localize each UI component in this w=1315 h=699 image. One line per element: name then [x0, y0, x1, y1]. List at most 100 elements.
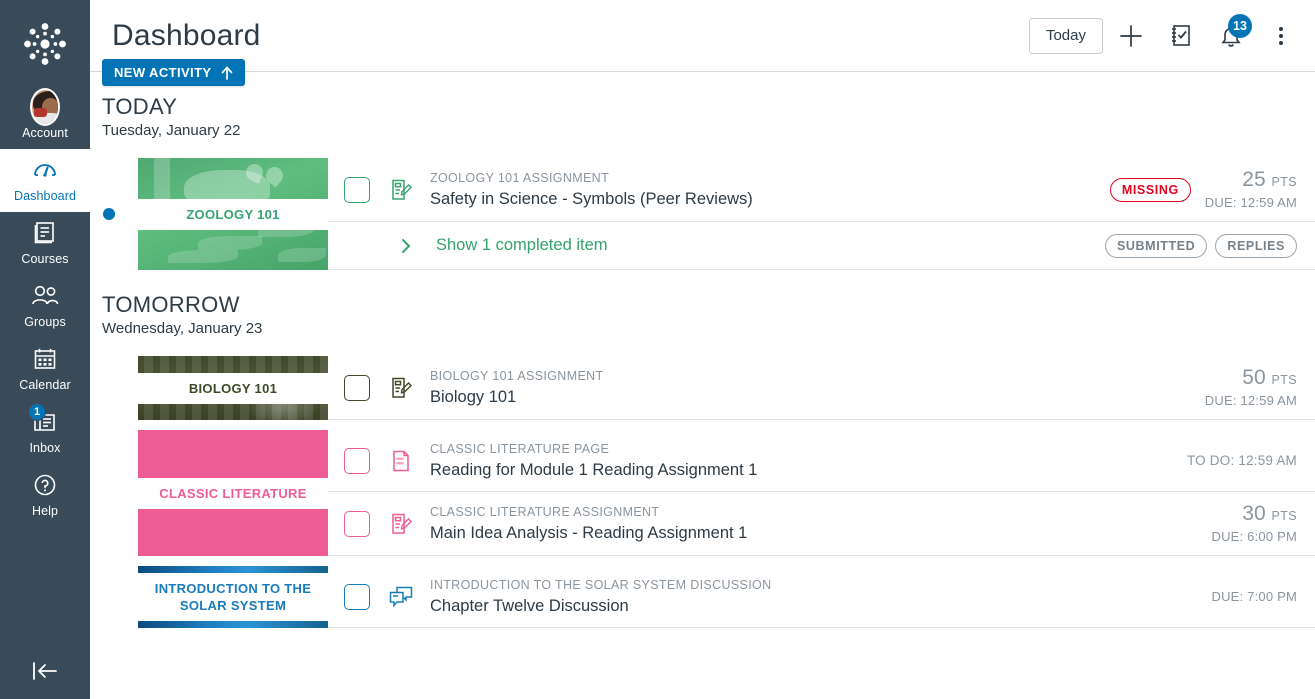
- day-title: TOMORROW: [102, 292, 1315, 318]
- planner-item-title[interactable]: Safety in Science - Symbols (Peer Review…: [430, 188, 1096, 210]
- sidebar-item-help[interactable]: Help: [0, 464, 90, 527]
- show-completed-link[interactable]: Show 1 completed item: [436, 236, 608, 255]
- todo-list-button[interactable]: [1159, 14, 1203, 58]
- courses-icon: [30, 218, 60, 248]
- planner-item-title[interactable]: Chapter Twelve Discussion: [430, 595, 1198, 617]
- planner-item-title[interactable]: Biology 101: [430, 386, 1191, 408]
- planner-item-meta: TO DO: 12:59 AM: [1173, 452, 1297, 469]
- assignment-icon: [388, 376, 414, 400]
- activity-indicator-column: [90, 158, 138, 270]
- assignment-icon: [388, 512, 414, 536]
- groups-icon: [30, 281, 60, 311]
- planner-item-context: CLASSIC LITERATURE ASSIGNMENT: [430, 505, 659, 519]
- day-date: Wednesday, January 23: [102, 318, 1315, 340]
- course-thumbnail[interactable]: CLASSIC LITERATURE: [138, 430, 328, 556]
- sidebar-item-label: Account: [22, 125, 68, 141]
- sidebar-item-account[interactable]: Account: [0, 86, 90, 149]
- points-unit: PTS: [1271, 509, 1297, 523]
- planner-item-context: BIOLOGY 101 ASSIGNMENT: [430, 369, 604, 383]
- course-name[interactable]: INTRODUCTION TO THE SOLAR SYSTEM: [138, 573, 328, 621]
- new-activity-button[interactable]: NEW ACTIVITY: [102, 59, 245, 86]
- points-value: 30 PTS: [1212, 502, 1298, 528]
- chevron-right-icon[interactable]: [398, 236, 414, 256]
- day-header: TODAY Tuesday, January 22: [90, 72, 1315, 148]
- planner-item-row[interactable]: BIOLOGY 101 ASSIGNMENT Biology 101 50 PT…: [328, 356, 1315, 420]
- due-time: DUE: 12:59 AM: [1205, 392, 1297, 409]
- canvas-logo-icon[interactable]: [17, 16, 73, 72]
- due-time: DUE: 6:00 PM: [1212, 528, 1298, 545]
- completed-items-row[interactable]: Show 1 completed item SUBMITTEDREPLIES: [328, 222, 1315, 270]
- sidebar-item-inbox[interactable]: 1 Inbox: [0, 401, 90, 464]
- course-group: BIOLOGY 101 BIOLOGY 101 ASSIGNMENT Biolo…: [90, 356, 1315, 420]
- canvas-dashboard-app: Account Dashboard: [0, 0, 1315, 699]
- collapse-sidebar-icon[interactable]: [0, 651, 90, 691]
- points-value: 25 PTS: [1205, 168, 1297, 194]
- course-name[interactable]: CLASSIC LITERATURE: [138, 478, 328, 509]
- planner-item-text: CLASSIC LITERATURE ASSIGNMENT Main Idea …: [430, 503, 1198, 544]
- planner-item-context: INTRODUCTION TO THE SOLAR SYSTEM DISCUSS…: [430, 578, 771, 592]
- planner-item-text: CLASSIC LITERATURE PAGE Reading for Modu…: [430, 440, 1173, 481]
- course-items: INTRODUCTION TO THE SOLAR SYSTEM DISCUSS…: [328, 566, 1315, 628]
- global-navigation-sidebar: Account Dashboard: [0, 0, 90, 699]
- sidebar-item-dashboard[interactable]: Dashboard: [0, 149, 90, 212]
- sidebar-item-calendar[interactable]: Calendar: [0, 338, 90, 401]
- planner-item-context: CLASSIC LITERATURE PAGE: [430, 442, 609, 456]
- completed-status-badges: SUBMITTEDREPLIES: [1105, 234, 1315, 258]
- inbox-icon: 1: [30, 407, 60, 437]
- planner-item-dates: 30 PTSDUE: 6:00 PM: [1212, 502, 1298, 545]
- options-menu-button[interactable]: [1259, 14, 1303, 58]
- course-name[interactable]: ZOOLOGY 101: [138, 199, 328, 230]
- planner-item-text: BIOLOGY 101 ASSIGNMENT Biology 101: [430, 367, 1191, 408]
- complete-item-checkbox[interactable]: [344, 375, 370, 401]
- planner-item-row[interactable]: CLASSIC LITERATURE ASSIGNMENT Main Idea …: [328, 492, 1315, 556]
- planner-item-title[interactable]: Reading for Module 1 Reading Assignment …: [430, 459, 1173, 481]
- sidebar-item-courses[interactable]: Courses: [0, 212, 90, 275]
- activity-indicator-column: [90, 356, 138, 420]
- planner-item-meta: 50 PTSDUE: 12:59 AM: [1191, 366, 1297, 409]
- notifications-button[interactable]: 13: [1209, 14, 1253, 58]
- planner-item-text: ZOOLOGY 101 ASSIGNMENT Safety in Science…: [430, 169, 1096, 210]
- sidebar-item-label: Inbox: [29, 440, 60, 456]
- course-group: INTRODUCTION TO THE SOLAR SYSTEM INTRODU…: [90, 566, 1315, 628]
- complete-item-checkbox[interactable]: [344, 584, 370, 610]
- status-badge: REPLIES: [1215, 234, 1297, 258]
- inbox-unread-badge: 1: [28, 403, 46, 421]
- planner-item-row[interactable]: INTRODUCTION TO THE SOLAR SYSTEM DISCUSS…: [328, 566, 1315, 628]
- planner-item-text: INTRODUCTION TO THE SOLAR SYSTEM DISCUSS…: [430, 576, 1198, 617]
- add-button[interactable]: [1109, 14, 1153, 58]
- help-icon: [30, 470, 60, 500]
- sidebar-item-groups[interactable]: Groups: [0, 275, 90, 338]
- sidebar-item-label: Courses: [21, 251, 68, 267]
- activity-indicator-column: [90, 566, 138, 628]
- complete-item-checkbox[interactable]: [344, 177, 370, 203]
- planner-item-dates: DUE: 7:00 PM: [1212, 588, 1298, 605]
- planner-item-title[interactable]: Main Idea Analysis - Reading Assignment …: [430, 522, 1198, 544]
- day-title: TODAY: [102, 94, 1315, 120]
- complete-item-checkbox[interactable]: [344, 511, 370, 537]
- planner-item-row[interactable]: ZOOLOGY 101 ASSIGNMENT Safety in Science…: [328, 158, 1315, 222]
- todo-time: TO DO: 12:59 AM: [1187, 452, 1297, 469]
- planner-item-row[interactable]: CLASSIC LITERATURE PAGE Reading for Modu…: [328, 430, 1315, 492]
- calendar-icon: [30, 344, 60, 374]
- today-button[interactable]: Today: [1029, 18, 1103, 54]
- page-header: Dashboard Today: [90, 0, 1315, 72]
- new-activity-label: NEW ACTIVITY: [114, 65, 211, 80]
- sidebar-item-label: Calendar: [19, 377, 71, 393]
- course-thumbnail[interactable]: ZOOLOGY 101: [138, 158, 328, 270]
- new-activity-dot: [103, 208, 115, 220]
- due-time: DUE: 12:59 AM: [1205, 194, 1297, 211]
- kebab-menu-icon: [1279, 27, 1283, 45]
- course-items: ZOOLOGY 101 ASSIGNMENT Safety in Science…: [328, 158, 1315, 270]
- course-thumbnail[interactable]: INTRODUCTION TO THE SOLAR SYSTEM: [138, 566, 328, 628]
- day-header: TOMORROW Wednesday, January 23: [90, 270, 1315, 346]
- planner-item-dates: 50 PTSDUE: 12:59 AM: [1205, 366, 1297, 409]
- complete-item-checkbox[interactable]: [344, 448, 370, 474]
- course-thumbnail[interactable]: BIOLOGY 101: [138, 356, 328, 420]
- course-name[interactable]: BIOLOGY 101: [138, 373, 328, 404]
- points-unit: PTS: [1271, 373, 1297, 387]
- planner-list[interactable]: TODAY Tuesday, January 22 ZOOLOGY 101 ZO…: [90, 72, 1315, 699]
- planner-item-meta: 30 PTSDUE: 6:00 PM: [1198, 502, 1298, 545]
- planner-item-dates: 25 PTSDUE: 12:59 AM: [1205, 168, 1297, 211]
- planner-item-context: ZOOLOGY 101 ASSIGNMENT: [430, 171, 609, 185]
- points-value: 50 PTS: [1205, 366, 1297, 392]
